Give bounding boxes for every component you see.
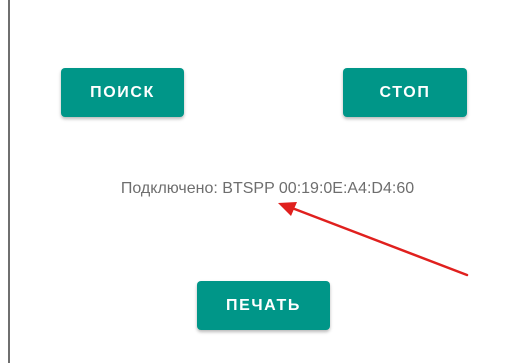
print-button[interactable]: ПЕЧАТЬ — [197, 281, 330, 330]
connection-status: Подключено: BTSPP 00:19:0E:A4:D4:60 — [0, 180, 513, 198]
print-button-label: ПЕЧАТЬ — [225, 296, 302, 314]
connection-status-text: Подключено: BTSPP 00:19:0E:A4:D4:60 — [120, 180, 415, 197]
search-button[interactable]: ПОИСК — [61, 68, 184, 117]
stop-button-label: СТОП — [379, 83, 431, 101]
stop-button[interactable]: СТОП — [343, 68, 467, 117]
search-button-label: ПОИСК — [90, 83, 155, 101]
